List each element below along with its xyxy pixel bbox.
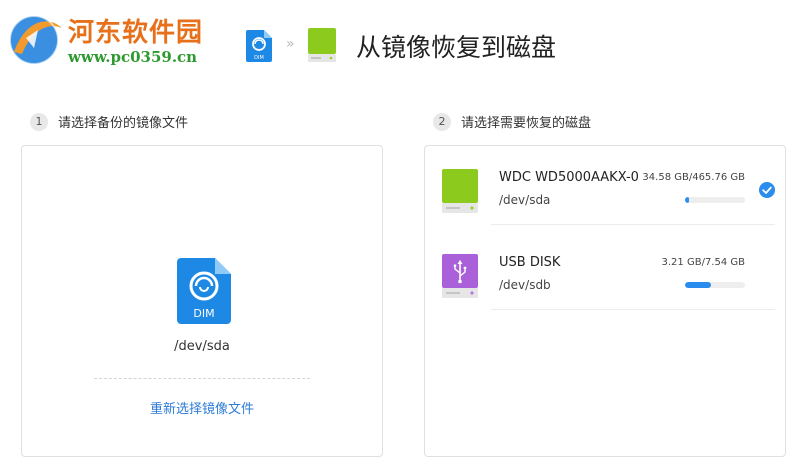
disk-item-sda[interactable]: WDC WD5000AAKX-0 /dev/sda 34.58 GB/465.7…: [425, 161, 785, 231]
header-file-icon-label: DIM: [254, 55, 264, 61]
step-2-number: 2: [433, 112, 451, 131]
disk-name: USB DISK: [499, 255, 561, 270]
watermark-title: 河东软件园: [68, 18, 204, 48]
disk-usage-fill: [685, 282, 711, 288]
watermark-logo-icon: [9, 15, 62, 65]
disk-usage-bar: [685, 282, 745, 288]
dim-image-file-icon: DIM: [177, 258, 231, 324]
disk-size: 3.21 GB/7.54 GB: [661, 257, 745, 268]
green-hard-disk-icon: [442, 169, 478, 213]
selected-check-icon: [759, 182, 775, 198]
disk-path: /dev/sda: [499, 193, 551, 207]
disk-path: /dev/sdb: [499, 278, 551, 292]
purple-usb-disk-icon: [442, 254, 478, 298]
row-separator: [491, 309, 775, 310]
watermark: 河东软件园 www.pc0359.cn: [4, 8, 219, 70]
dim-file-icon: DIM: [246, 30, 272, 62]
disk-name: WDC WD5000AAKX-0: [499, 170, 639, 185]
disk-usage-bar: [685, 197, 745, 203]
watermark-url: www.pc0359.cn: [68, 48, 198, 66]
divider: [94, 378, 310, 379]
image-file-path: /dev/sda: [174, 339, 230, 354]
hard-disk-icon: [308, 28, 336, 62]
reselect-image-file-link[interactable]: 重新选择镜像文件: [22, 398, 382, 417]
image-file-panel: DIM /dev/sda 重新选择镜像文件: [21, 145, 383, 457]
disk-list-panel: WDC WD5000AAKX-0 /dev/sda 34.58 GB/465.7…: [424, 145, 786, 457]
dim-icon-label: DIM: [193, 307, 214, 320]
step-1-number: 1: [30, 112, 48, 131]
disk-usage-fill: [685, 197, 690, 203]
step-1-label: 1 请选择备份的镜像文件: [30, 112, 188, 131]
disk-size: 34.58 GB/465.76 GB: [642, 172, 745, 183]
step-2-text: 请选择需要恢复的磁盘: [461, 116, 592, 131]
chevron-right-icon: »: [286, 36, 295, 52]
page-title: 从镜像恢复到磁盘: [356, 33, 557, 62]
step-2-label: 2 请选择需要恢复的磁盘: [433, 112, 591, 131]
row-separator: [491, 224, 775, 225]
disk-item-sdb[interactable]: USB DISK /dev/sdb 3.21 GB/7.54 GB: [425, 246, 785, 316]
step-1-text: 请选择备份的镜像文件: [58, 116, 189, 131]
